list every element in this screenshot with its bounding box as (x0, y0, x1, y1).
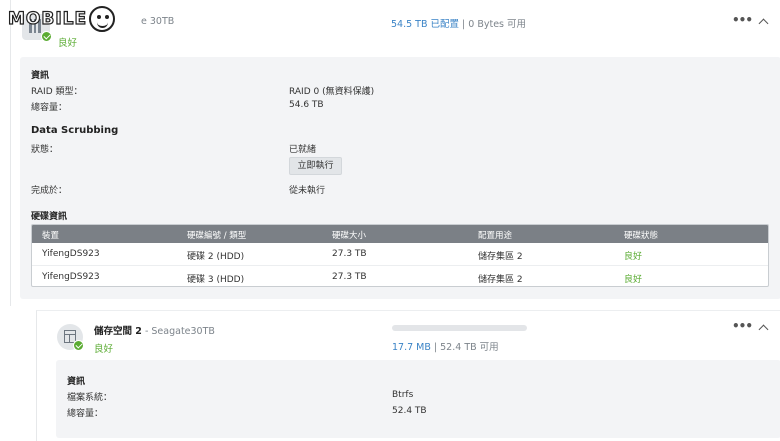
volume-status: 良好 (94, 344, 114, 355)
storage-pool-details: 資訊 RAID 類型： RAID 0 (無資料保護) 總容量： 54.6 TB … (20, 57, 780, 299)
storage-pool-header[interactable]: e 30TB 良好 54.5 TB 已配置 | 0 Bytes 可用 ••• (11, 0, 780, 55)
scrub-state-value: 已就緒 (289, 145, 317, 155)
more-icon[interactable]: ••• (732, 319, 753, 333)
volume-usage: 17.7 MB | 52.4 TB 可用 (392, 339, 499, 353)
scrub-done-value: 從未執行 (289, 186, 326, 196)
cell-allocation: 儲存集區 2 (478, 275, 523, 285)
cell-disk-status: 良好 (624, 275, 643, 285)
volume-cube-icon (57, 324, 84, 351)
filesystem-value: Btrfs (392, 390, 414, 400)
info-section-title: 資訊 (31, 71, 50, 81)
cell-disk-number: 硬碟 2 (HDD) (187, 252, 245, 262)
storage-pool-card: e 30TB 良好 54.5 TB 已配置 | 0 Bytes 可用 ••• 資… (10, 0, 780, 306)
usage-free: 0 Bytes 可用 (468, 19, 527, 30)
col-device[interactable]: 裝置 (42, 229, 59, 241)
volume-info-section-title: 資訊 (67, 377, 86, 387)
col-disk-number[interactable]: 硬碟編號 / 類型 (187, 229, 246, 241)
check-icon (73, 340, 84, 351)
run-now-button[interactable]: 立即執行 (289, 157, 342, 175)
volume-details: 資訊 檔案系統： Btrfs 總容量： 52.4 TB (56, 360, 780, 438)
volume-title-separator: - (141, 326, 152, 337)
storage-pool-status: 良好 (58, 38, 78, 49)
volume-free: 52.4 TB 可用 (440, 342, 499, 353)
volume-name: 儲存空間 2 (94, 326, 142, 337)
usage-separator: | (459, 19, 469, 30)
volume-usage-separator: | (430, 342, 441, 353)
watermark-logo: MOBILE (7, 6, 116, 32)
chevron-up-icon[interactable] (758, 18, 769, 29)
scrub-done-label: 完成於： (31, 186, 68, 196)
disk-table-header: 裝置 硬碟編號 / 類型 硬碟大小 配置用途 硬碟狀態 (32, 225, 768, 243)
cell-disk-status: 良好 (624, 252, 643, 262)
volume-subtitle: Seagate30TB (151, 326, 215, 337)
volume-card: 儲存空間 2 - Seagate30TB 良好 17.7 MB | 52.4 T… (36, 310, 780, 441)
volume-used: 17.7 MB (392, 342, 431, 353)
capacity-label: 總容量： (31, 103, 68, 113)
storage-pool-usage: 54.5 TB 已配置 | 0 Bytes 可用 (391, 16, 526, 30)
capacity-value: 54.6 TB (289, 100, 324, 110)
disk-table: 裝置 硬碟編號 / 類型 硬碟大小 配置用途 硬碟狀態 YifengDS923 … (31, 224, 769, 287)
cell-disk-size: 27.3 TB (332, 249, 367, 259)
volume-capacity-label: 總容量： (67, 409, 104, 419)
table-row[interactable]: YifengDS923 硬碟 3 (HDD) 27.3 TB 儲存集區 2 良好 (32, 265, 768, 286)
raid-type-label: RAID 類型： (31, 87, 83, 97)
scrubbing-section-title: Data Scrubbing (31, 125, 119, 136)
volume-title[interactable]: 儲存空間 2 - Seagate30TB (94, 323, 215, 337)
cell-disk-size: 27.3 TB (332, 272, 367, 282)
usage-allocated: 54.5 TB 已配置 (391, 19, 460, 30)
storage-pool-subtitle: e 30TB (141, 16, 175, 27)
watermark-face-icon (89, 6, 116, 32)
scrub-state-label: 狀態： (31, 145, 59, 155)
col-disk-status[interactable]: 硬碟狀態 (624, 229, 658, 241)
volume-usage-bar (392, 325, 527, 331)
volume-capacity-value: 52.4 TB (392, 406, 427, 416)
watermark-text: MOBILE (7, 8, 88, 29)
cell-disk-number: 硬碟 3 (HDD) (187, 275, 245, 285)
chevron-up-icon[interactable] (758, 324, 769, 335)
cell-device: YifengDS923 (42, 249, 100, 259)
check-icon (41, 31, 52, 42)
disk-info-section-title: 硬碟資訊 (31, 212, 68, 222)
col-allocation[interactable]: 配置用途 (478, 229, 512, 241)
col-disk-size[interactable]: 硬碟大小 (332, 229, 366, 241)
cell-device: YifengDS923 (42, 272, 100, 282)
cell-allocation: 儲存集區 2 (478, 252, 523, 262)
raid-type-value: RAID 0 (無資料保護) (289, 87, 375, 97)
table-row[interactable]: YifengDS923 硬碟 2 (HDD) 27.3 TB 儲存集區 2 良好 (32, 243, 768, 265)
more-icon[interactable]: ••• (732, 13, 753, 27)
filesystem-label: 檔案系統： (67, 393, 113, 403)
